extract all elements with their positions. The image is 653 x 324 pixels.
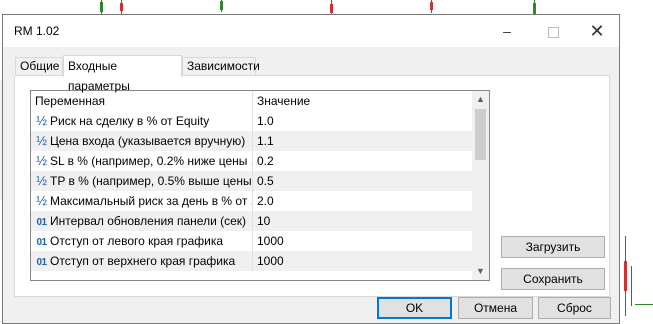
integer-icon: 01 xyxy=(36,237,47,248)
fraction-icon: ½ xyxy=(36,113,47,128)
integer-icon: 01 xyxy=(36,217,47,228)
row-name: SL в % (например, 0.2% ниже цены ... xyxy=(50,154,253,168)
table-row[interactable]: 01 Отступ от верхнего края графика 1000 xyxy=(31,251,472,271)
row-value[interactable]: 1.1 xyxy=(253,131,475,151)
cancel-button[interactable]: Отмена xyxy=(458,297,533,319)
load-button[interactable]: Загрузить xyxy=(501,236,605,258)
vertical-scrollbar[interactable]: ▲ ▼ xyxy=(472,91,489,280)
table-row[interactable]: ½ Цена входа (указывается вручную) 1.1 xyxy=(31,131,472,151)
row-value[interactable]: 0.2 xyxy=(253,151,475,171)
table-row[interactable]: ½ Максимальный риск за день в % от ... 2.… xyxy=(31,191,472,211)
fraction-icon: ½ xyxy=(36,153,47,168)
row-value[interactable]: 1000 xyxy=(253,231,475,251)
scroll-up-icon[interactable]: ▲ xyxy=(472,91,489,108)
fraction-icon: ½ xyxy=(36,133,47,148)
parameters-table[interactable]: Переменная Значение ½ Риск на сделку в % … xyxy=(30,90,490,281)
background-chart-right xyxy=(615,16,653,321)
table-row[interactable]: ½ TP в % (например, 0.5% выше цены ... 0.… xyxy=(31,171,472,191)
row-name: Отступ от верхнего края графика xyxy=(50,254,236,268)
table-row[interactable]: ½ Риск на сделку в % от Equity 1.0 xyxy=(31,111,472,131)
maximize-button xyxy=(530,15,576,47)
input-parameters-panel: Переменная Значение ½ Риск на сделку в % … xyxy=(14,75,610,297)
row-value[interactable]: 0.5 xyxy=(253,171,475,191)
row-value[interactable]: 1.0 xyxy=(253,111,475,131)
fraction-icon: ½ xyxy=(36,173,47,188)
row-name: TP в % (например, 0.5% выше цены ... xyxy=(50,174,253,188)
minimize-button[interactable]: – xyxy=(484,15,530,47)
table-row[interactable]: 01 Интервал обновления панели (сек) 10 xyxy=(31,211,472,231)
scroll-thumb[interactable] xyxy=(475,109,486,160)
integer-icon: 01 xyxy=(36,257,47,268)
column-header-value[interactable]: Значение xyxy=(253,91,475,111)
properties-dialog: RM 1.02 – ✕ Общие Входные параметры Зави… xyxy=(2,14,620,324)
close-button[interactable]: ✕ xyxy=(574,15,620,47)
fraction-icon: ½ xyxy=(36,193,47,208)
tab-general[interactable]: Общие xyxy=(15,57,63,75)
row-value[interactable]: 2.0 xyxy=(253,191,475,211)
scroll-down-icon[interactable]: ▼ xyxy=(472,263,489,280)
row-name: Цена входа (указывается вручную) xyxy=(50,134,246,148)
table-row[interactable]: ½ SL в % (например, 0.2% ниже цены ... 0.… xyxy=(31,151,472,171)
table-row[interactable]: 01 Отступ от левого края графика 1000 xyxy=(31,231,472,251)
window-title: RM 1.02 xyxy=(14,24,60,38)
column-header-variable[interactable]: Переменная xyxy=(31,91,253,111)
save-button[interactable]: Сохранить xyxy=(501,268,605,290)
row-name: Риск на сделку в % от Equity xyxy=(50,114,210,128)
close-icon: ✕ xyxy=(589,21,605,41)
tab-dependencies[interactable]: Зависимости xyxy=(182,57,260,75)
row-name: Максимальный риск за день в % от ... xyxy=(50,194,253,208)
maximize-icon xyxy=(547,26,559,38)
reset-button[interactable]: Сброс xyxy=(538,297,611,319)
row-value[interactable]: 1000 xyxy=(253,251,475,271)
row-name: Интервал обновления панели (сек) xyxy=(50,214,247,228)
row-name: Отступ от левого края графика xyxy=(50,234,224,248)
tab-input-parameters[interactable]: Входные параметры xyxy=(63,55,182,93)
row-value[interactable]: 10 xyxy=(253,211,475,231)
title-bar[interactable]: RM 1.02 – ✕ xyxy=(3,15,619,47)
ok-button[interactable]: OK xyxy=(377,297,452,319)
